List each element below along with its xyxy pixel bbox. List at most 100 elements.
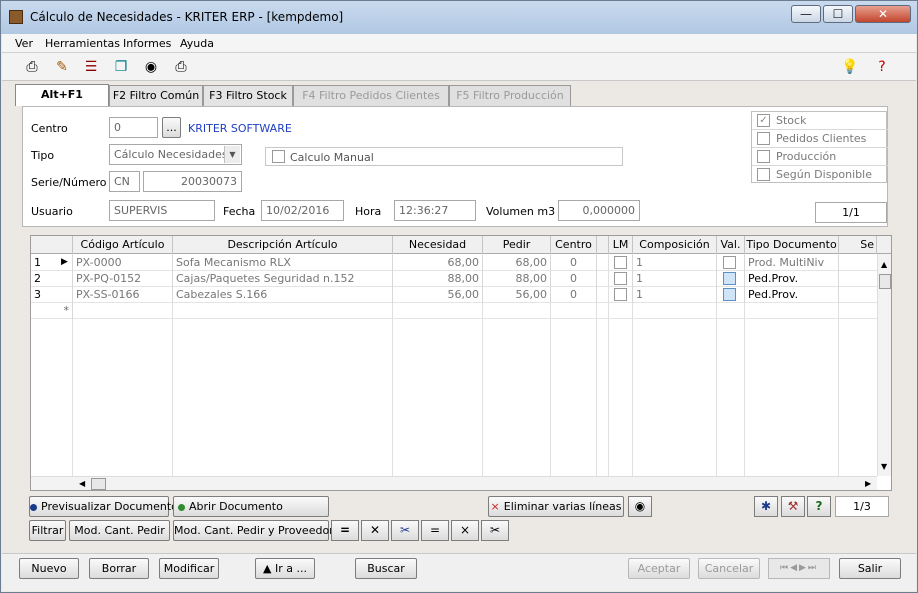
eye-icon[interactable]: ◉ [142,58,160,76]
menu-herramientas[interactable]: Herramientas [45,37,120,50]
numero-input[interactable]: 20030073 [143,171,242,192]
cell-necesidad[interactable]: 56,00 [393,287,483,303]
volumen-input[interactable]: 0,000000 [558,200,640,221]
header-pedir[interactable]: Pedir [483,236,551,254]
serie-input[interactable]: CN [109,171,140,192]
header-se[interactable]: Se [839,236,877,254]
buscar-button[interactable]: Buscar [355,558,417,579]
menu-informes[interactable]: Informes [123,37,171,50]
abrir-documento-button[interactable]: Abrir Documento [173,496,329,517]
lm-checkbox[interactable] [614,288,627,301]
ir-a-button[interactable]: ▲ Ir a ... [255,558,315,579]
tab-filtro-stock[interactable]: F3 Filtro Stock [203,85,293,106]
cell-composicion[interactable]: 1 [633,255,717,271]
lightbulb-icon[interactable]: 💡 [841,58,859,76]
pedidos-clientes-checkbox[interactable] [757,132,770,145]
grid-vertical-scrollbar[interactable]: ▲ ▼ [877,254,891,476]
vertical-scroll-thumb[interactable] [879,274,891,289]
cell-descripcion[interactable]: Cajas/Paquetes Seguridad n.152 [173,271,393,287]
segun-disponible-checkbox[interactable] [757,168,770,181]
cell-val[interactable] [717,255,745,271]
calculo-manual-checkbox[interactable] [272,150,285,163]
copy-icon[interactable]: ❐ [112,58,130,76]
cell-descripcion[interactable]: Cabezales S.166 [173,287,393,303]
equals-button[interactable]: = [421,520,449,541]
minimize-button[interactable]: — [791,5,821,23]
stock-checkbox[interactable]: ✓ [757,114,770,127]
tipo-select[interactable]: Cálculo Necesidades ▼ [109,144,242,165]
cell-tipo-documento[interactable]: Ped.Prov. [745,287,839,303]
view-eye-button[interactable]: ◉ [628,496,652,517]
cell-codigo[interactable]: PX-SS-0166 [73,287,173,303]
header-necesidad[interactable]: Necesidad [393,236,483,254]
cell-necesidad[interactable]: 88,00 [393,271,483,287]
last-record-icon[interactable]: ⏭ [808,563,818,573]
cell-codigo[interactable]: PX-0000 [73,255,173,271]
nuevo-button[interactable]: Nuevo [19,558,79,579]
cell-necesidad[interactable]: 68,00 [393,255,483,271]
tree-expand-button[interactable]: ✱ [754,496,778,517]
record-navigator[interactable]: ⏮◀▶⏭ [768,558,830,579]
cell-val[interactable] [717,271,745,287]
lm-checkbox[interactable] [614,272,627,285]
horizontal-scroll-thumb[interactable] [91,478,106,490]
mod-cant-pedir-proveedor-button[interactable]: Mod. Cant. Pedir y Proveedor [173,520,334,541]
eliminar-lineas-button[interactable]: × Eliminar varias líneas [488,496,624,517]
cell-centro[interactable]: 0 [551,255,597,271]
mod-cant-pedir-button[interactable]: Mod. Cant. Pedir [69,520,170,541]
printer-icon[interactable]: ⎙ [23,58,41,76]
val-checkbox[interactable] [723,288,736,301]
cell-descripcion[interactable]: Sofa Mecanismo RLX [173,255,393,271]
centro-lookup-button[interactable]: ... [162,117,181,138]
cell-lm[interactable] [609,271,633,287]
cell-tipo-documento[interactable]: Ped.Prov. [745,271,839,287]
header-descripcion[interactable]: Descripción Artículo [173,236,393,254]
menu-ayuda[interactable]: Ayuda [180,37,214,50]
table-row[interactable]: 3 PX-SS-0166 Cabezales S.166 56,00 56,00… [31,287,877,303]
cell-centro[interactable]: 0 [551,271,597,287]
header-lm[interactable]: LM [609,236,633,254]
header-centro[interactable]: Centro [551,236,597,254]
cell-centro[interactable]: 0 [551,287,597,303]
cell-composicion[interactable]: 1 [633,271,717,287]
table-row[interactable]: 2 PX-PQ-0152 Cajas/Paquetes Seguridad n.… [31,271,877,287]
scissors-button[interactable]: ✂ [481,520,509,541]
help-icon[interactable]: ? [873,58,891,76]
first-record-icon[interactable]: ⏮ [780,563,790,573]
cross-button[interactable]: × [451,520,479,541]
scroll-down-icon[interactable]: ▼ [881,462,887,471]
val-checkbox[interactable] [723,256,736,269]
title-bar[interactable]: Cálculo de Necesidades - KRITER ERP - [k… [1,1,917,34]
menu-ver[interactable]: Ver [15,37,33,50]
print-preview-icon[interactable]: ⎙ [172,58,190,76]
centro-input[interactable]: 0 [109,117,158,138]
necesidades-grid[interactable]: Código Artículo Descripción Artículo Nec… [30,235,892,491]
pencil-icon[interactable]: ✎ [53,58,71,76]
borrar-button[interactable]: Borrar [89,558,149,579]
produccion-checkbox[interactable] [757,150,770,163]
table-row[interactable]: 1 ▶ PX-0000 Sofa Mecanismo RLX 68,00 68,0… [31,255,877,271]
grid-help-button[interactable]: ? [807,496,831,517]
cell-pedir[interactable]: 56,00 [483,287,551,303]
equals-bold-button[interactable]: = [331,520,359,541]
header-narrow-col[interactable] [597,236,609,254]
usuario-input[interactable]: SUPERVIS [109,200,215,221]
scroll-up-icon[interactable]: ▲ [881,260,887,269]
tools-button[interactable]: ⚒ [781,496,805,517]
chevron-down-icon[interactable]: ▼ [224,146,240,163]
filtrar-button[interactable]: Filtrar [29,520,66,541]
scissors-blue-button[interactable]: ✂ [391,520,419,541]
header-tipo-documento[interactable]: Tipo Documento [745,236,839,254]
prev-record-icon[interactable]: ◀ [790,563,799,573]
hora-input[interactable]: 12:36:27 [394,200,476,221]
cell-pedir[interactable]: 88,00 [483,271,551,287]
close-button[interactable]: ✕ [855,5,911,23]
option-stock[interactable]: ✓ Stock [752,112,888,130]
scroll-left-icon[interactable]: ◀ [79,479,85,488]
header-composicion[interactable]: Composición [633,236,717,254]
cell-pedir[interactable]: 68,00 [483,255,551,271]
cell-composicion[interactable]: 1 [633,287,717,303]
header-val[interactable]: Val. [717,236,745,254]
cell-lm[interactable] [609,255,633,271]
scroll-right-icon[interactable]: ▶ [865,479,871,488]
